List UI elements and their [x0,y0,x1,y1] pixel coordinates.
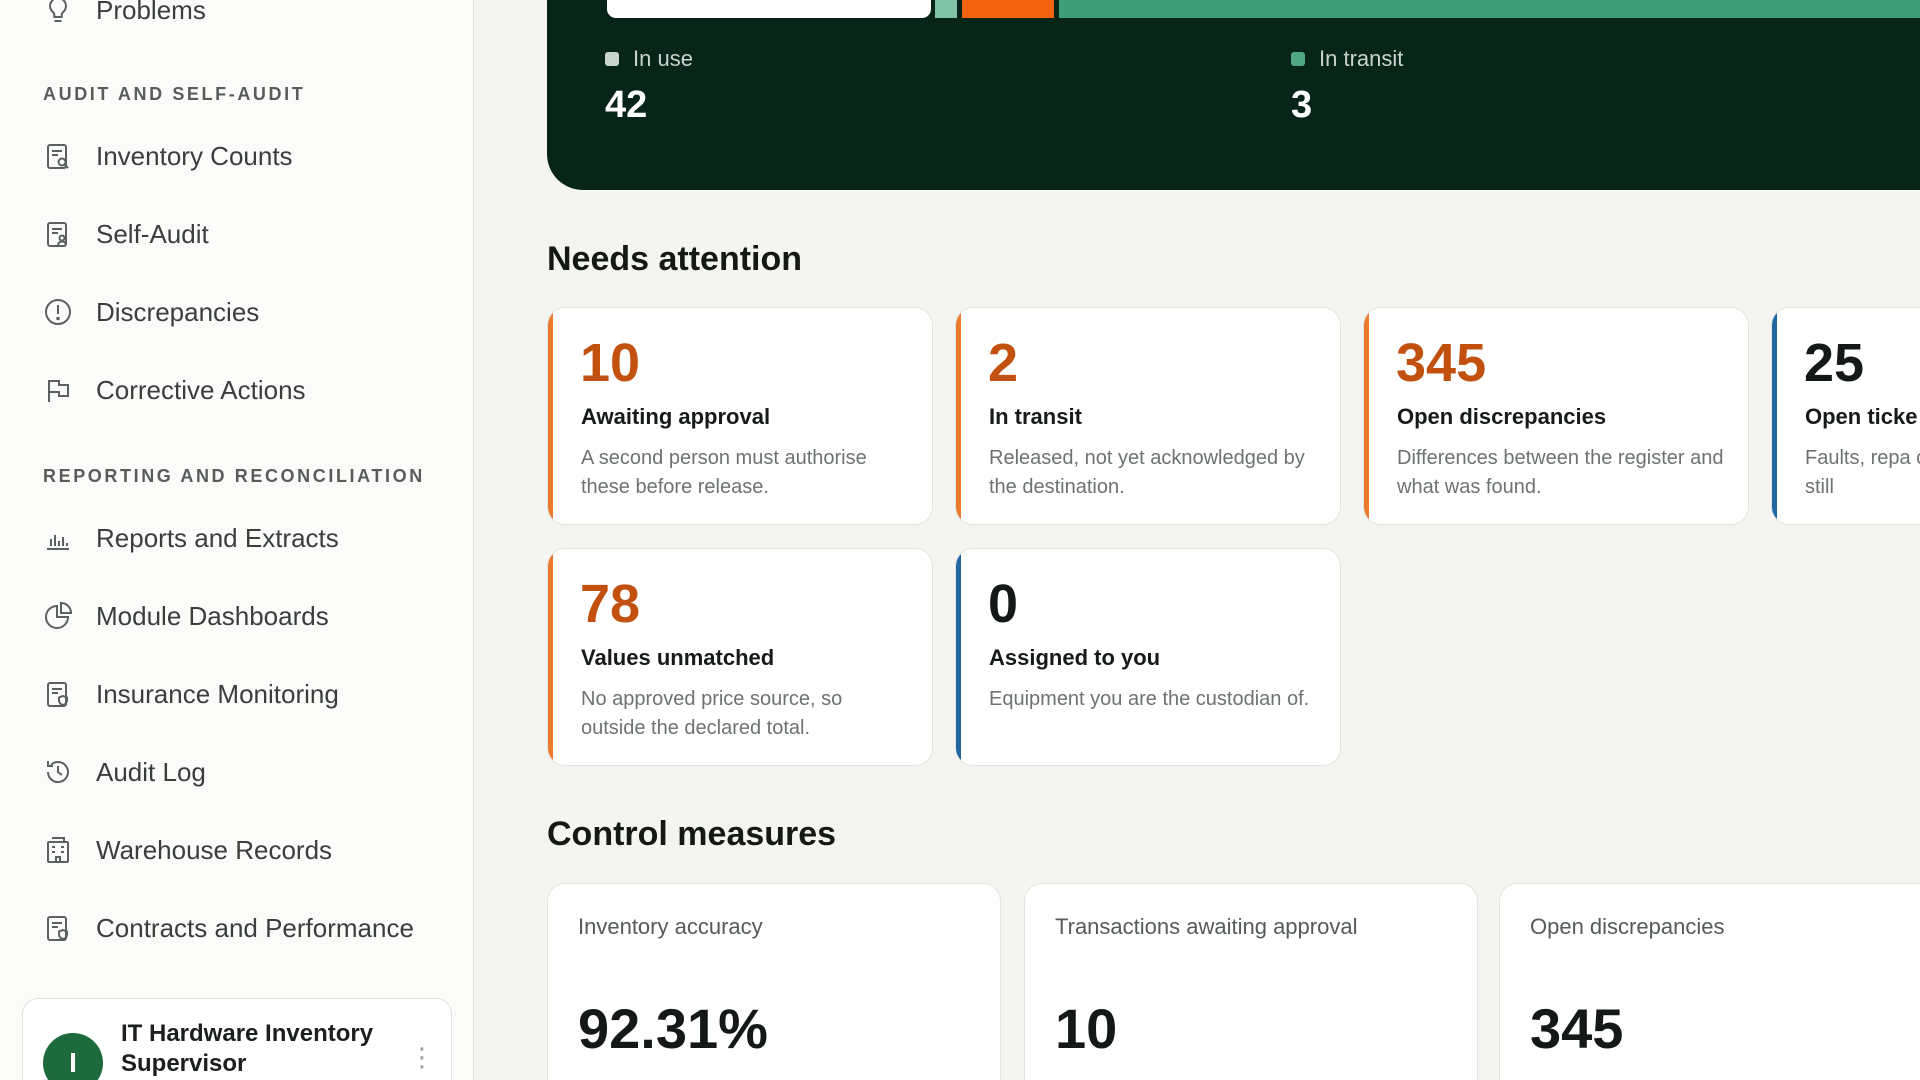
card-label: Open ticke [1805,404,1918,429]
sidebar-item-label: Self-Audit [96,218,209,249]
sidebar-item-module-dashboards[interactable]: Module Dashboards [42,594,329,638]
attention-card-open-discrepancies[interactable]: 345 Open discrepancies Differences betwe… [1363,307,1749,525]
sidebar-item-insurance-monitoring[interactable]: Insurance Monitoring [42,672,339,716]
legend-label: In transit [1319,46,1404,71]
avatar: I [43,1033,103,1080]
sidebar-item-label: Contracts and Performance [96,912,414,943]
sidebar-item-audit-log[interactable]: Audit Log [42,750,206,794]
sidebar-item-label: Module Dashboards [96,600,329,631]
card-description: Equipment you are the custodian of. [989,688,1310,710]
attention-card-awaiting-approval[interactable]: 10 Awaiting approval A second person mus… [547,307,933,525]
control-measures-title: Control measures [547,815,837,853]
control-card-open-discrepancies[interactable]: Open discrepancies 345 [1499,883,1920,1080]
control-label: Open discrepancies [1530,914,1725,939]
status-bar-segment-light-green [935,0,957,18]
sidebar-item-label: Discrepancies [96,296,260,327]
sidebar-item-discrepancies[interactable]: Discrepancies [42,290,259,334]
legend-dot [605,52,619,66]
control-value: 345 [1530,997,1624,1060]
card-value: 2 [988,333,1019,393]
clipboard-user-icon [42,218,74,250]
card-value: 345 [1396,333,1487,393]
legend-item-in-use: In use [605,46,693,72]
attention-card-assigned-to-you[interactable]: 0 Assigned to you Equipment you are the … [955,548,1341,766]
sidebar-item-label: Corrective Actions [96,374,306,405]
sidebar-item-label: Inventory Counts [96,140,293,171]
control-card-transactions-awaiting-approval[interactable]: Transactions awaiting approval 10 [1024,883,1478,1080]
card-value: 78 [580,574,641,634]
legend-label: In use [633,46,693,71]
sidebar-item-label: Audit Log [96,756,206,787]
sidebar-item-contracts-and-performance[interactable]: Contracts and Performance [42,906,414,950]
card-description: Differences between the register and wha… [1397,447,1724,498]
flag-icon [42,374,74,406]
lightbulb-icon [42,0,74,26]
clipboard-shield-icon [42,912,74,944]
clipboard-shield-icon [42,678,74,710]
sidebar-item-warehouse-records[interactable]: Warehouse Records [42,828,332,872]
user-name: IT Hardware Inventory Supervisor [121,1020,374,1077]
card-label: Values unmatched [581,645,775,670]
card-value: 10 [580,333,641,393]
status-bar-segment-orange [962,0,1054,18]
card-label: Open discrepancies [1397,404,1607,429]
control-value: 10 [1055,997,1118,1060]
sidebar-item-label: Warehouse Records [96,834,333,865]
building-icon [42,834,74,866]
sidebar-item-problems[interactable]: Problems [42,0,206,32]
user-card[interactable]: I IT Hardware Inventory Supervisor ⋮ [22,998,452,1080]
card-value: 25 [1804,333,1865,393]
control-card-inventory-accuracy[interactable]: Inventory accuracy 92.31% [547,883,1001,1080]
sidebar-item-corrective-actions[interactable]: Corrective Actions [42,368,306,412]
bar-chart-icon [42,522,74,554]
needs-attention-title: Needs attention [547,240,803,278]
alert-circle-icon [42,296,74,328]
sidebar-item-inventory-counts[interactable]: Inventory Counts [42,134,293,178]
legend-item-in-transit: In transit [1291,46,1403,72]
card-label: Assigned to you [989,645,1161,670]
clipboard-search-icon [42,140,74,172]
legend-value-in-transit: 3 [1291,84,1313,126]
sidebar-item-reports-and-extracts[interactable]: Reports and Extracts [42,516,339,560]
control-label: Transactions awaiting approval [1055,914,1358,939]
section-label-audit: AUDIT AND SELF-AUDIT [43,84,306,104]
more-vertical-icon[interactable]: ⋮ [409,1044,435,1080]
card-value: 0 [988,574,1019,634]
card-description: No approved price source, so outside the… [581,688,843,739]
card-description: Released, not yet acknowledged by the de… [989,447,1305,498]
legend-dot [1291,52,1305,66]
attention-card-values-unmatched[interactable]: 78 Values unmatched No approved price so… [547,548,933,766]
sidebar: Problems AUDIT AND SELF-AUDIT Inventory … [0,0,474,1080]
attention-card-in-transit[interactable]: 2 In transit Released, not yet acknowled… [955,307,1341,525]
sidebar-item-label: Reports and Extracts [96,522,339,553]
card-label: In transit [989,404,1082,429]
status-summary-panel: In use 42 In transit 3 [547,0,1920,190]
card-description: Faults, repa claims still [1805,447,1920,498]
history-icon [42,756,74,788]
status-bar-segment-white [607,0,931,18]
sidebar-item-self-audit[interactable]: Self-Audit [42,212,209,256]
card-label: Awaiting approval [581,404,771,429]
section-label-reporting: REPORTING AND RECONCILIATION [43,466,425,486]
control-value: 92.31% [578,997,768,1060]
sidebar-item-label: Insurance Monitoring [96,678,339,709]
status-bar-segment-green [1059,0,1920,18]
pie-chart-icon [42,600,74,632]
attention-card-open-tickets[interactable]: 25 Open ticke Faults, repa claims still [1771,307,1920,525]
sidebar-item-label: Problems [96,0,206,25]
card-description: A second person must authorise these bef… [581,447,867,498]
legend-value-in-use: 42 [605,84,648,126]
control-label: Inventory accuracy [578,914,763,939]
